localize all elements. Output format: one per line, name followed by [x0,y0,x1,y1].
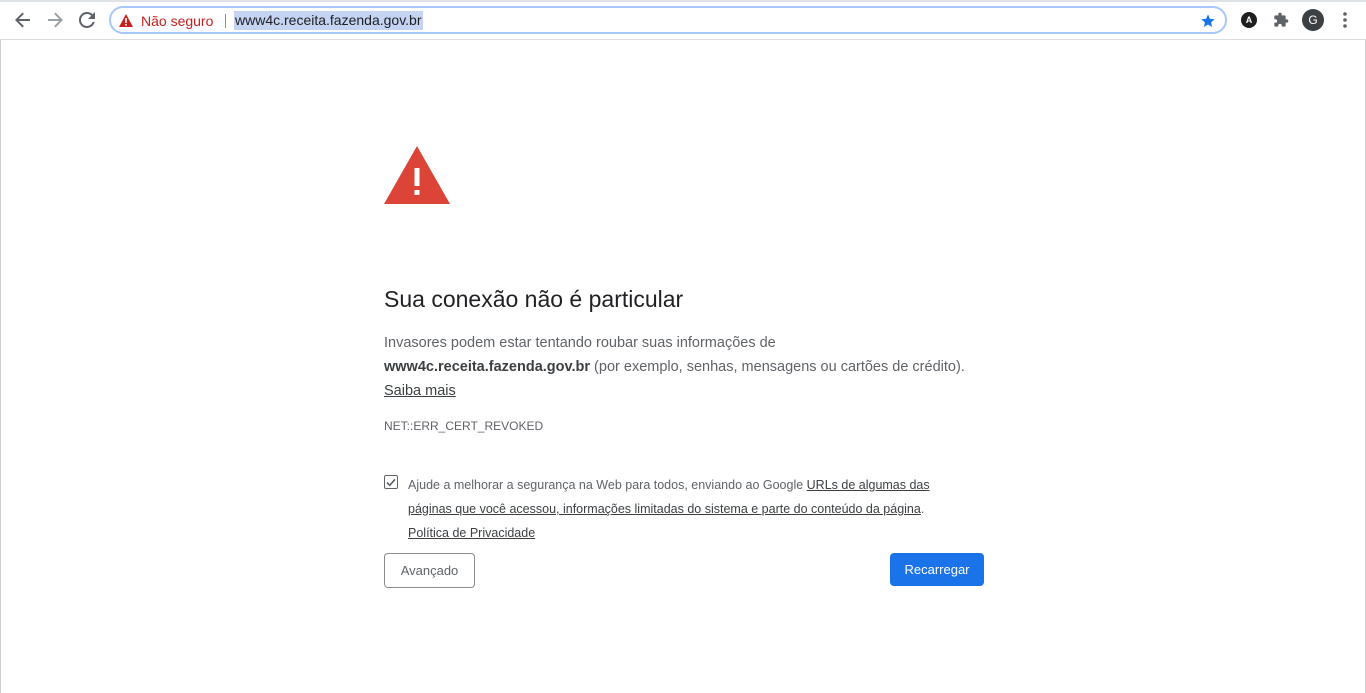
forward-button[interactable] [41,6,69,34]
arrow-right-icon [48,12,63,28]
url-text[interactable]: www4c.receita.fazenda.gov.br [234,11,423,30]
learn-more-link[interactable]: Saiba mais [384,383,456,399]
security-separator [225,14,226,28]
browser-toolbar: Não seguro www4c.receita.fazenda.gov.br … [0,0,1366,40]
puzzle-icon [1274,12,1289,27]
arrow-left-icon [15,12,30,28]
reporting-checkbox[interactable] [384,475,398,489]
reload-button[interactable]: Recarregar [890,553,984,586]
extension-a-icon: A [1241,12,1257,28]
window-left-edge [0,40,1,693]
explanation-prefix: Invasores podem estar tentando roubar su… [384,335,776,351]
page-title: Sua conexão não é particular [384,286,684,312]
checkmark-icon [386,478,396,486]
explanation-suffix: (por exemplo, senhas, mensagens ou cartõ… [590,359,965,375]
browser-window: Não seguro www4c.receita.fazenda.gov.br … [0,0,1366,693]
not-secure-label: Não seguro [141,12,214,29]
privacy-policy-link[interactable]: Política de Privacidade [408,526,535,540]
checkbox-text-suffix: . [920,502,925,516]
extension-button[interactable]: A [1238,9,1260,31]
avatar: G [1302,9,1324,31]
security-chip[interactable]: Não seguro [119,11,213,30]
site-domain: www4c.receita.fazenda.gov.br [384,359,591,375]
bookmark-button[interactable] [1197,10,1219,32]
warning-triangle-icon [119,14,133,27]
profile-button[interactable]: G [1302,9,1324,31]
explanation-text: Invasores podem estar tentando roubar su… [384,331,1004,403]
kebab-menu-icon [1343,12,1347,28]
reload-icon [79,12,95,28]
error-code: NET::ERR_CERT_REVOKED [384,419,544,433]
checkbox-description: Ajude a melhorar a segurança na Web para… [408,473,968,545]
extensions-menu-button[interactable] [1270,9,1292,31]
advanced-button[interactable]: Avançado [384,553,475,588]
warning-triangle-icon [384,146,450,209]
browser-menu-button[interactable] [1334,9,1356,31]
star-icon [1201,14,1215,27]
reload-page-button[interactable] [73,6,101,34]
address-bar[interactable]: Não seguro www4c.receita.fazenda.gov.br [109,6,1227,34]
tab-strip-edge [0,0,1366,2]
checkbox-text-prefix: Ajude a melhorar a segurança na Web para… [408,478,807,492]
back-button[interactable] [9,6,37,34]
